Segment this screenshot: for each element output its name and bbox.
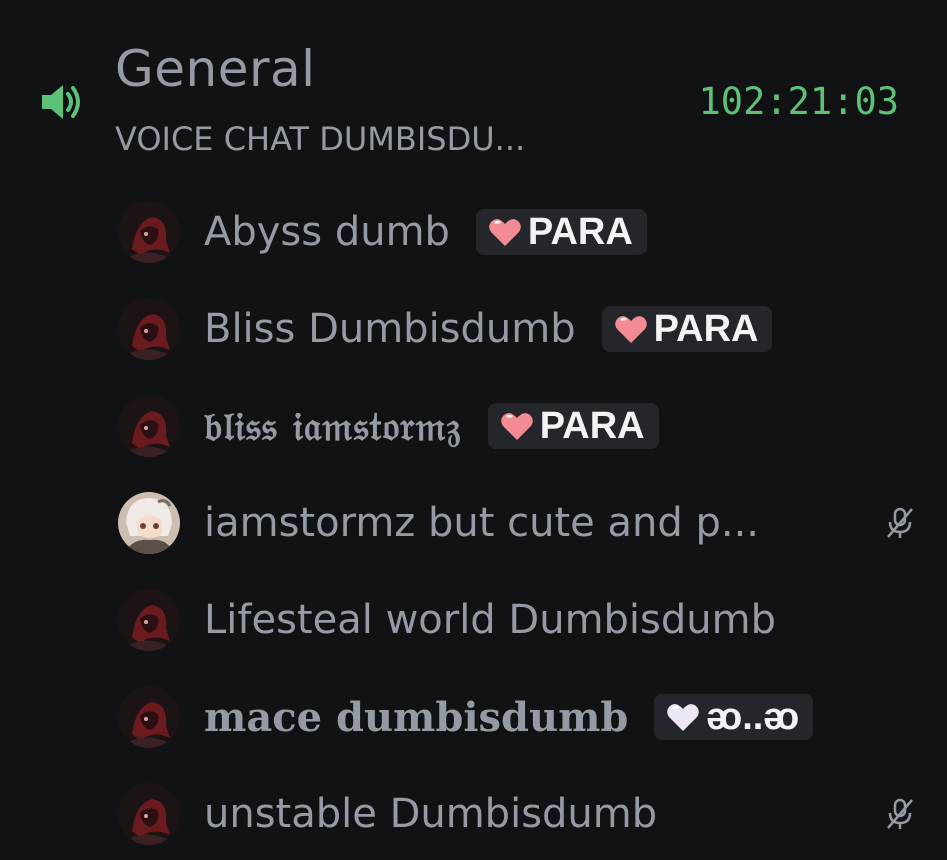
member-tag: PARA bbox=[487, 403, 659, 449]
member-avatar bbox=[118, 395, 180, 457]
member-avatar bbox=[118, 492, 180, 554]
voice-member[interactable]: 𝔟𝔩𝔦𝔰𝔰 𝔦𝔞𝔪𝔰𝔱𝔬𝔯𝔪𝔷 PARA bbox=[118, 394, 918, 458]
member-tag-label: PARA bbox=[539, 404, 645, 447]
channel-name: General bbox=[115, 40, 316, 98]
voice-member[interactable]: Bliss Dumbisdumb PARA bbox=[118, 297, 918, 361]
member-avatar bbox=[118, 298, 180, 360]
member-tag: PARA bbox=[475, 209, 647, 255]
member-name: iamstormz but cute and p... bbox=[204, 500, 759, 546]
speaker-icon bbox=[42, 85, 80, 119]
voice-member[interactable]: Abyss dumb PARA bbox=[118, 200, 918, 264]
member-avatar bbox=[118, 686, 180, 748]
member-tag: ᴔ..ᴔ bbox=[654, 694, 814, 740]
pink-heart-icon bbox=[614, 316, 647, 343]
pink-heart-icon bbox=[489, 219, 521, 246]
voice-member[interactable]: mace dumbisdumb ᴔ..ᴔ bbox=[118, 685, 918, 749]
member-name: Lifesteal world Dumbisdumb bbox=[204, 597, 776, 643]
call-timer: 102:21:03 bbox=[698, 80, 899, 123]
member-tag: PARA bbox=[601, 306, 773, 352]
member-tag-label: PARA bbox=[527, 210, 633, 253]
voice-member[interactable]: Lifesteal world Dumbisdumb bbox=[118, 588, 918, 652]
voice-channel-header[interactable]: General VOICE CHAT DUMBISDU... 102:21:03 bbox=[0, 0, 947, 190]
pink-heart-icon bbox=[500, 413, 533, 440]
member-tag-label: ᴔ..ᴔ bbox=[706, 695, 800, 738]
voice-member[interactable]: unstable Dumbisdumb bbox=[118, 782, 918, 846]
voice-member[interactable]: iamstormz but cute and p... bbox=[118, 491, 918, 555]
member-name: mace dumbisdumb bbox=[204, 693, 629, 741]
member-name: unstable Dumbisdumb bbox=[204, 791, 658, 837]
member-avatar bbox=[118, 589, 180, 651]
mic-muted-icon bbox=[887, 798, 913, 829]
member-avatar bbox=[118, 201, 180, 263]
member-tag-label: PARA bbox=[653, 307, 759, 350]
white-heart-icon bbox=[667, 704, 700, 731]
member-name: 𝔟𝔩𝔦𝔰𝔰 𝔦𝔞𝔪𝔰𝔱𝔬𝔯𝔪𝔷 bbox=[204, 402, 462, 450]
channel-status: VOICE CHAT DUMBISDU... bbox=[115, 120, 526, 158]
member-name: Abyss dumb bbox=[204, 209, 450, 255]
member-avatar bbox=[118, 783, 180, 845]
member-name: Bliss Dumbisdumb bbox=[204, 306, 576, 352]
mic-muted-icon bbox=[887, 507, 913, 538]
